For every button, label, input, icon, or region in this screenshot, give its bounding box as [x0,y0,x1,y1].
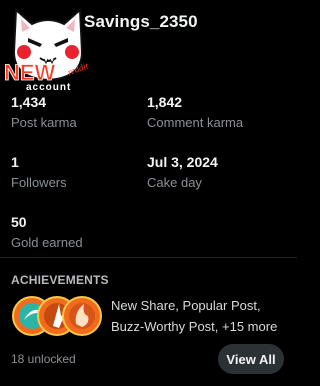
cake-day-value: Jul 3, 2024 [147,154,218,170]
stat-followers[interactable]: 1 Followers [11,154,67,190]
comment-karma-value: 1,842 [147,94,183,110]
post-karma-value: 1,434 [11,94,47,110]
achievements-summary-line1: New Share, Popular Post, [111,298,261,313]
avatar[interactable]: NEW reddit account [2,0,94,92]
comment-karma-label: Comment karma [147,115,244,130]
achievements-heading: ACHIEVEMENTS [11,273,109,287]
view-all-button[interactable]: View All [218,344,284,374]
stat-comment-karma: 1,842 Comment karma [147,94,243,130]
stat-gold-earned: 50 Gold earned [11,214,83,250]
gold-earned-label: Gold earned [11,235,83,250]
avatar-account-text: account [26,82,71,92]
profile-card: NEW reddit account Savings_2350 1,434 Po… [0,0,297,386]
unlocked-count: 18 unlocked [11,352,76,366]
gold-earned-value: 50 [11,214,27,230]
badge-buzz-worthy-icon [62,296,102,336]
followers-value: 1 [11,154,19,170]
followers-label: Followers [11,175,67,190]
stat-cake-day: Jul 3, 2024 Cake day [147,154,218,190]
section-divider [0,257,297,258]
achievement-badges[interactable] [12,294,102,338]
post-karma-label: Post karma [11,115,77,130]
username: Savings_2350 [84,12,198,31]
achievements-summary-line2: Buzz-Worthy Post, +15 more [111,319,278,334]
cake-day-label: Cake day [147,175,202,190]
achievements-summary: New Share, Popular Post, Buzz-Worthy Pos… [111,295,291,337]
stat-post-karma: 1,434 Post karma [11,94,77,130]
